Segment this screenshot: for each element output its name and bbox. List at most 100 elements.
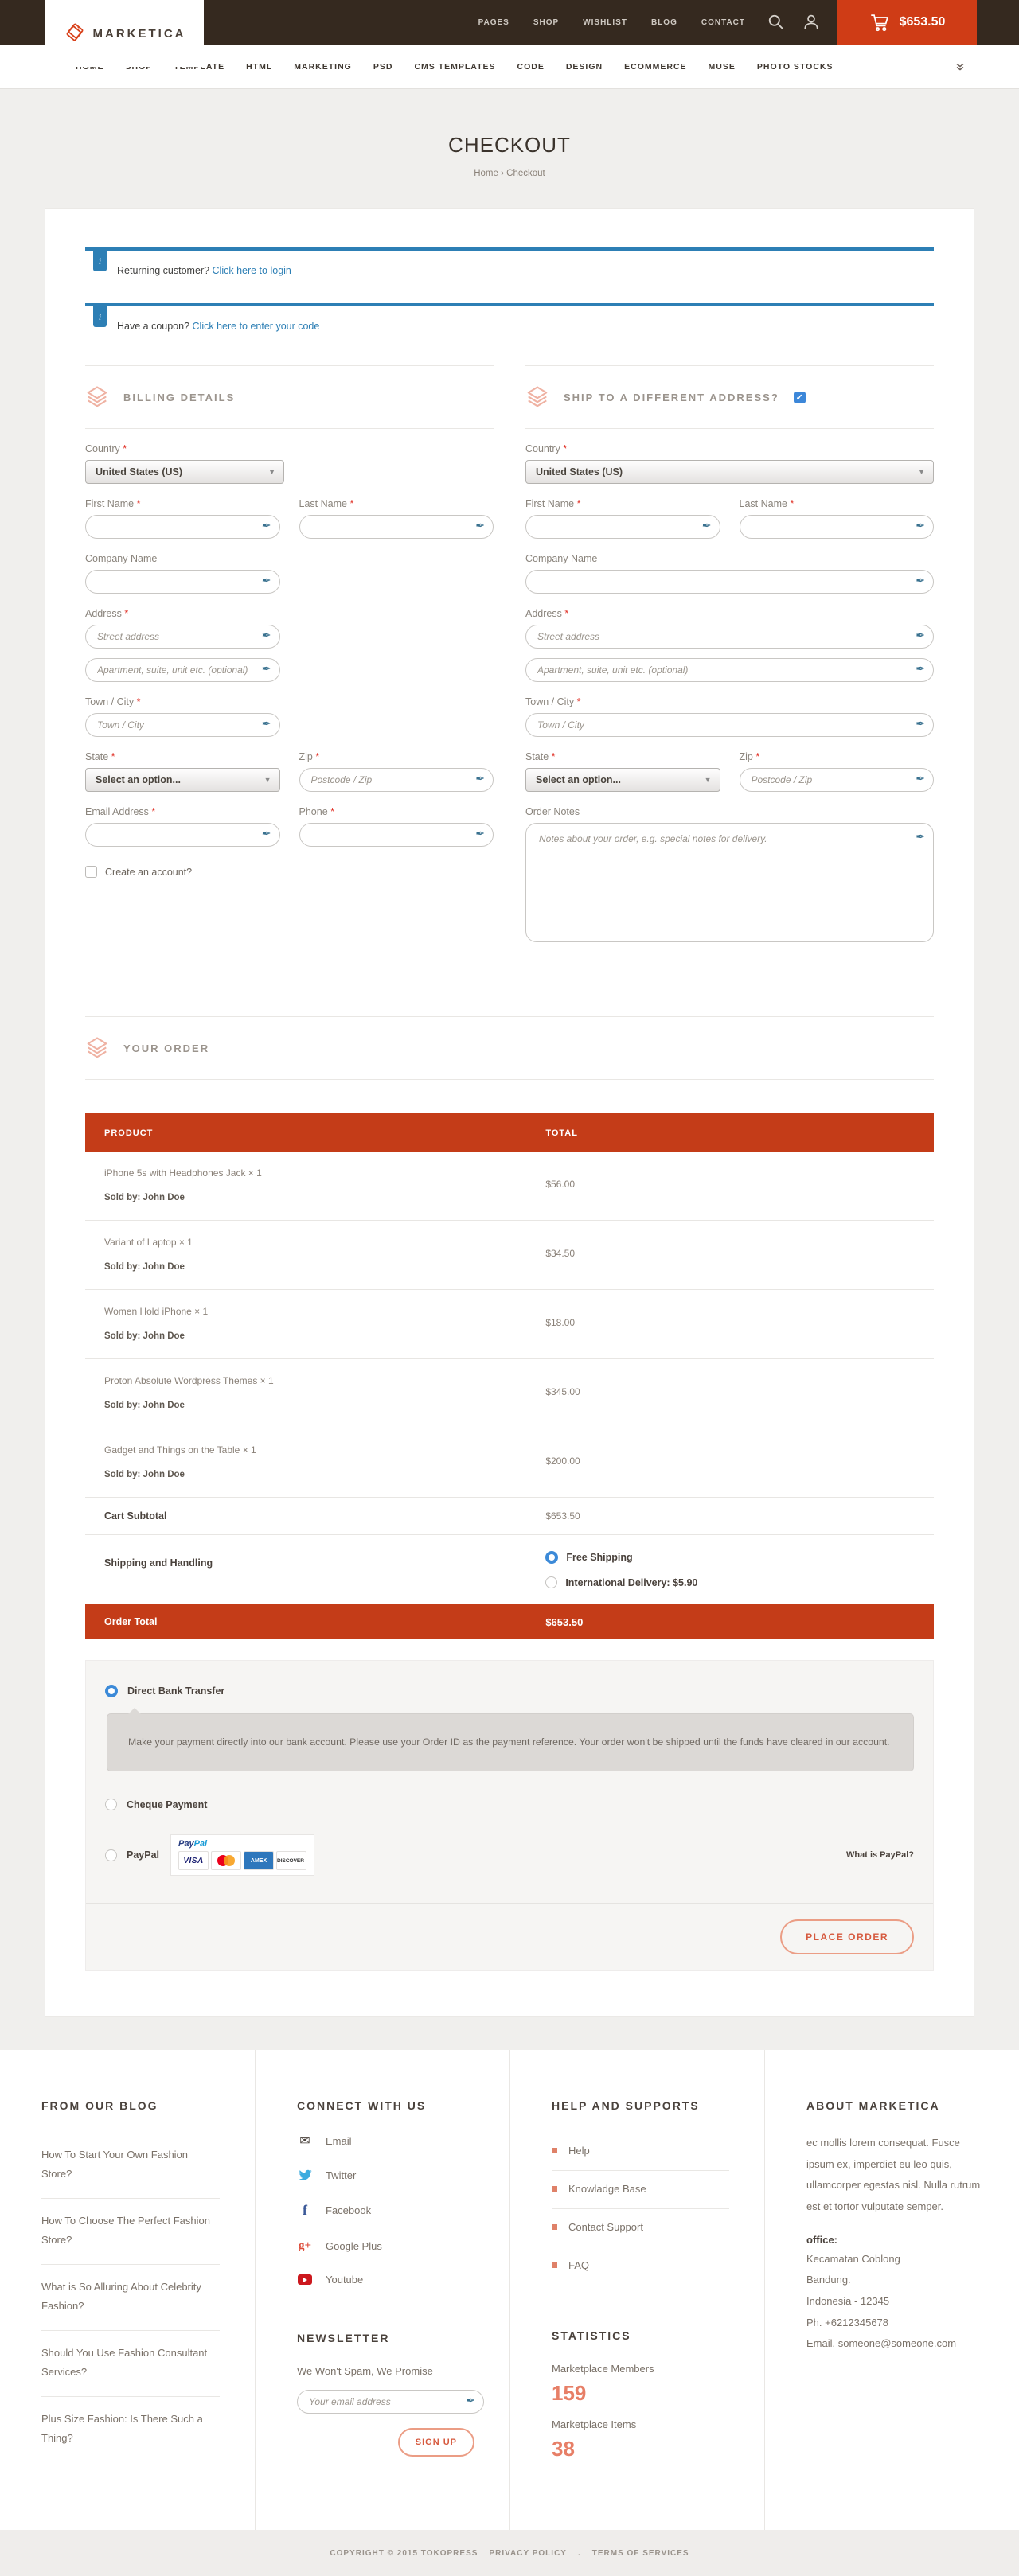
cheque-payment-radio[interactable]: Cheque Payment [105,1799,914,1810]
email-icon: ✉ [297,2133,313,2149]
subnav-more-icon[interactable] [955,62,965,72]
subnav-item-design[interactable]: DESIGN [566,62,603,72]
bank-transfer-description: Make your payment directly into our bank… [107,1713,914,1771]
top-nav-contact[interactable]: CONTACT [701,18,745,27]
blog-link[interactable]: Should You Use Fashion Consultant Servic… [41,2331,220,2397]
billing-company-input[interactable] [85,570,280,594]
shipping-apartment-input[interactable] [525,658,934,682]
facebook-icon: f [297,2202,313,2219]
visa-icon: VISA [178,1851,209,1870]
cart-total: $653.50 [900,15,946,29]
billing-first-name-input[interactable] [85,515,280,539]
shipping-country-select[interactable]: United States (US)▼ [525,460,934,484]
billing-details-section: BILLING DETAILS Country * United States … [85,365,494,946]
table-row: Women Hold iPhone × 1Sold by: John Doe $… [85,1290,934,1359]
shipping-last-name-input[interactable] [740,515,935,539]
google-plus-link[interactable]: g+Google Plus [297,2239,474,2253]
shipping-details-section: SHIP TO A DIFFERENT ADDRESS? ✓ Country *… [525,365,934,946]
paypal-radio[interactable]: PayPal [105,1849,159,1861]
blog-link[interactable]: Plus Size Fashion: Is There Such a Thing… [41,2397,220,2462]
subnav-item-code[interactable]: CODE [517,62,545,72]
newsletter-signup-button[interactable]: SIGN UP [398,2428,474,2457]
subnav-item-muse[interactable]: MUSE [709,62,736,72]
billing-state-select[interactable]: Select an option...▼ [85,768,280,792]
billing-apartment-input[interactable] [85,658,280,682]
what-is-paypal-link[interactable]: What is PayPal? [846,1850,914,1860]
top-nav-wishlist[interactable]: WISHLIST [583,18,627,27]
address-line: Email. someone@someone.com [806,2333,984,2355]
youtube-link[interactable]: Youtube [297,2274,474,2286]
info-icon: i [93,251,107,271]
copyright-text: COPYRIGHT © 2015 TOKOPRESS [330,2549,478,2558]
mastercard-icon [211,1851,241,1870]
blog-link[interactable]: How To Start Your Own Fashion Store? [41,2133,220,2199]
international-delivery-radio[interactable]: International Delivery: $5.90 [545,1576,934,1588]
breadcrumb: Home › Checkout [0,169,1019,178]
newsletter-email-input[interactable] [297,2390,484,2414]
terms-link[interactable]: TERMS OF SERVICES [592,2549,689,2558]
subnav-item-psd[interactable]: PSD [373,62,393,72]
facebook-link[interactable]: fFacebook [297,2202,474,2219]
email-link[interactable]: ✉Email [297,2133,474,2149]
billing-phone-input[interactable] [299,823,494,847]
twitter-link[interactable]: Twitter [297,2169,474,2181]
ship-different-checkbox[interactable]: ✓ [794,392,806,403]
footer-connect-column: CONNECT WITH US ✉Email Twitter fFacebook… [255,2050,510,2530]
login-link[interactable]: Click here to login [213,265,291,276]
billing-zip-input[interactable] [299,768,494,792]
subnav-item-photo-stocks[interactable]: PHOTO STOCKS [757,62,834,72]
discover-icon: DISCOVER [276,1851,306,1870]
help-link[interactable]: Contact Support [552,2209,729,2247]
help-link[interactable]: Knowladge Base [552,2171,729,2209]
cart-button[interactable]: $653.50 [837,0,977,45]
order-notes-textarea[interactable] [525,823,934,942]
address-line: Indonesia - 12345 [806,2291,984,2313]
billing-heading: BILLING DETAILS [123,392,235,403]
billing-street-input[interactable] [85,625,280,649]
privacy-policy-link[interactable]: PRIVACY POLICY [489,2549,567,2558]
blog-link[interactable]: What is So Alluring About Celebrity Fash… [41,2265,220,2331]
shipping-company-input[interactable] [525,570,934,594]
table-row: iPhone 5s with Headphones Jack × 1Sold b… [85,1152,934,1221]
coupon-link[interactable]: Click here to enter your code [193,321,320,332]
footer-blog-column: FROM OUR BLOG How To Start Your Own Fash… [0,2050,255,2530]
shipping-state-select[interactable]: Select an option...▼ [525,768,720,792]
brand-logo[interactable]: MARKETICA [45,0,204,67]
create-account-checkbox[interactable]: Create an account? [85,866,494,878]
breadcrumb-home[interactable]: Home [474,169,498,178]
table-row: Variant of Laptop × 1Sold by: John Doe $… [85,1221,934,1290]
shipping-town-input[interactable] [525,713,934,737]
chevron-down-icon: ▼ [268,468,275,476]
billing-country-select[interactable]: United States (US)▼ [85,460,284,484]
copyright-bar: COPYRIGHT © 2015 TOKOPRESS PRIVACY POLIC… [0,2530,1019,2576]
subnav-item-ecommerce[interactable]: ECOMMERCE [624,62,686,72]
subnav-item-marketing[interactable]: MARKETING [294,62,352,72]
coupon-notice: i Have a coupon? Click here to enter you… [85,303,934,345]
address-line: Kecamatan Coblong [806,2249,984,2270]
layers-icon [85,1036,109,1060]
bank-transfer-radio[interactable]: Direct Bank Transfer [105,1685,914,1697]
search-icon[interactable] [767,14,785,31]
blog-link[interactable]: How To Choose The Perfect Fashion Store? [41,2199,220,2265]
shipping-street-input[interactable] [525,625,934,649]
shipping-first-name-input[interactable] [525,515,720,539]
account-icon[interactable] [802,14,820,31]
billing-email-input[interactable] [85,823,280,847]
top-nav-shop[interactable]: SHOP [533,18,559,27]
billing-last-name-input[interactable] [299,515,494,539]
radio-unselected-icon [105,1849,117,1861]
radio-unselected-icon [545,1576,557,1588]
billing-town-input[interactable] [85,713,280,737]
shipping-zip-input[interactable] [740,768,935,792]
checkbox-unchecked-icon [85,866,97,878]
page-title: CHECKOUT [0,133,1019,158]
radio-selected-icon [105,1685,118,1697]
place-order-button[interactable]: PLACE ORDER [780,1919,914,1954]
top-nav-blog[interactable]: BLOG [651,18,677,27]
help-link[interactable]: FAQ [552,2247,729,2285]
free-shipping-radio[interactable]: Free Shipping [545,1551,934,1564]
help-link[interactable]: Help [552,2133,729,2171]
subnav-item-html[interactable]: HTML [246,62,272,72]
subnav-item-cms-templates[interactable]: CMS TEMPLATES [414,62,495,72]
top-nav-pages[interactable]: PAGES [478,18,510,27]
